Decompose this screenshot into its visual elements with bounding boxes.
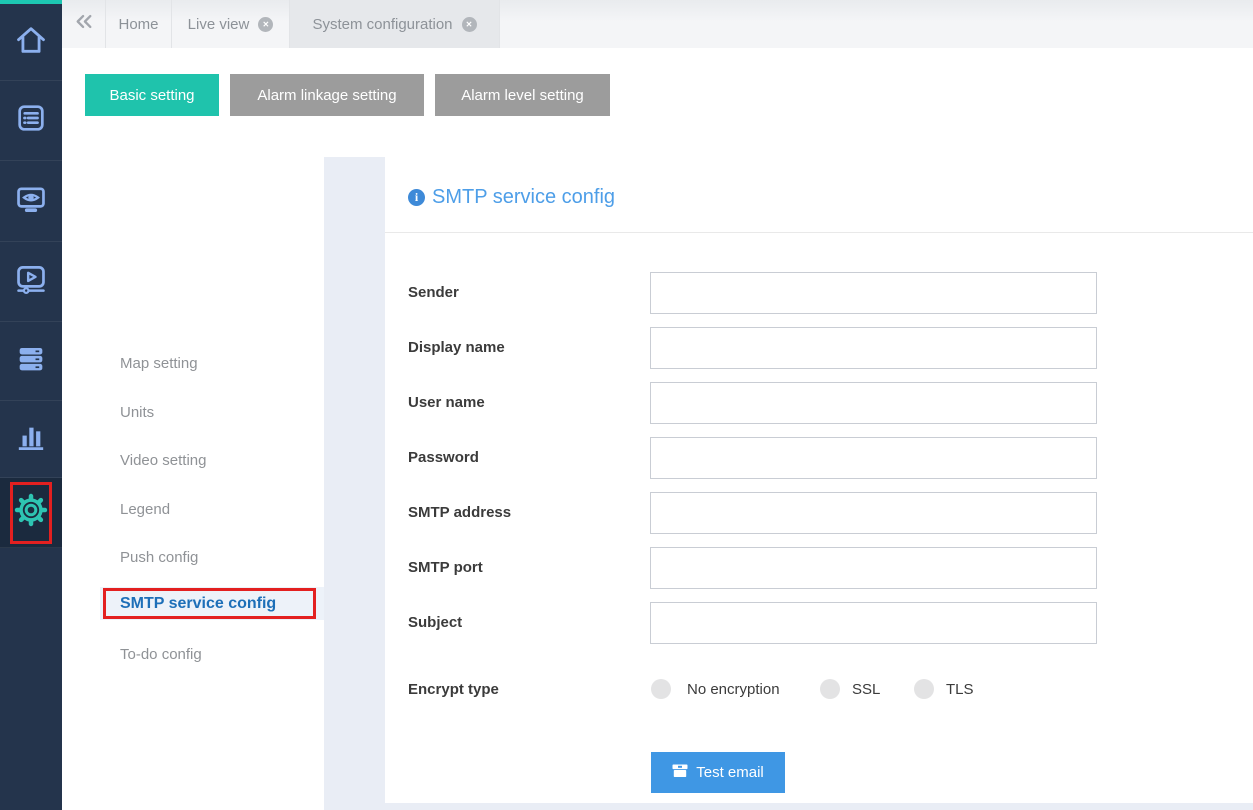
form-row-sender: Sender [385,272,1253,314]
close-icon[interactable] [258,17,273,32]
sidebar-item-servers[interactable] [0,322,62,401]
setting-tabs-band: Basic setting Alarm linkage setting Alar… [62,48,1253,157]
subnav-item-units[interactable]: Units [120,404,154,422]
double-left-chevron-icon [75,14,93,34]
subnav-item-legend[interactable]: Legend [120,501,170,519]
server-stack-icon [14,342,48,381]
radio-tls[interactable] [914,679,934,699]
info-circle-icon [408,189,425,206]
smtp-address-input[interactable] [650,492,1097,534]
close-icon[interactable] [462,17,477,32]
subnav-item-video-setting[interactable]: Video setting [120,452,206,470]
form-row-user-name: User name [385,382,1253,424]
form-row-password: Password [385,437,1253,479]
tab-live-view[interactable]: Live view [172,0,290,48]
sidebar-item-live-view[interactable] [0,161,62,242]
settings-gear-icon [13,492,49,533]
sidebar-item-home[interactable] [0,4,62,81]
field-label: SMTP port [408,547,483,589]
bar-chart-icon [14,420,48,459]
sidebar-item-statistics[interactable] [0,401,62,478]
form-row-smtp-port: SMTP port [385,547,1253,589]
basic-setting-button[interactable]: Basic setting [85,74,219,116]
playback-monitor-icon [14,262,48,301]
password-input[interactable] [650,437,1097,479]
sidebar-item-playback[interactable] [0,242,62,322]
user-name-input[interactable] [650,382,1097,424]
subnav-item-todo-config[interactable]: To-do config [120,646,202,664]
test-email-button[interactable]: Test email [651,752,785,793]
radio-label-no-encryption[interactable]: No encryption [687,678,780,702]
subnav-active-label: SMTP service config [106,595,276,613]
page-title: SMTP service config [432,186,615,209]
subnav-item-push-config[interactable]: Push config [120,549,198,567]
form-row-smtp-address: SMTP address [385,492,1253,534]
field-label: Sender [408,272,459,314]
form-row-subject: Subject [385,602,1253,644]
collapse-tabs-button[interactable] [62,0,106,48]
mail-archive-icon [672,763,688,782]
red-annotation-box-smtp: SMTP service config [103,588,316,619]
home-icon [14,23,48,62]
subnav-item-smtp-service-config[interactable]: SMTP service config [100,587,324,620]
live-view-monitor-icon [14,182,48,221]
radio-no-encryption[interactable] [651,679,671,699]
device-list-icon [14,101,48,140]
smtp-config-panel: SMTP service config Sender Display name … [385,157,1253,803]
radio-label-tls[interactable]: TLS [946,678,974,702]
top-tab-bar: Home Live view System configuration [62,0,1253,48]
form-row-encrypt-type: Encrypt type No encryption SSL TLS [385,678,1253,702]
tab-label: System configuration [312,16,452,33]
field-label: SMTP address [408,492,511,534]
radio-ssl[interactable] [820,679,840,699]
smtp-port-input[interactable] [650,547,1097,589]
panel-header: SMTP service config [385,157,1253,233]
tab-system-configuration[interactable]: System configuration [290,0,500,48]
test-email-label: Test email [696,764,764,781]
app-window: Home Live view System configuration Basi… [0,0,1253,810]
field-label: Subject [408,602,462,644]
sidebar-item-device-list[interactable] [0,81,62,161]
field-label: Encrypt type [408,678,499,702]
tab-label: Live view [188,16,250,33]
field-label: User name [408,382,485,424]
sender-input[interactable] [650,272,1097,314]
radio-label-ssl[interactable]: SSL [852,678,880,702]
sidebar-item-settings[interactable] [0,478,62,548]
alarm-linkage-setting-button[interactable]: Alarm linkage setting [230,74,424,116]
subnav-item-map-setting[interactable]: Map setting [120,355,198,373]
alarm-level-setting-button[interactable]: Alarm level setting [435,74,610,116]
subject-input[interactable] [650,602,1097,644]
sidebar [0,0,62,810]
field-label: Password [408,437,479,479]
config-subnav-panel: Map setting Units Video setting Legend P… [62,157,324,810]
tab-home[interactable]: Home [106,0,172,48]
field-label: Display name [408,327,505,369]
tab-label: Home [118,16,158,33]
form-row-display-name: Display name [385,327,1253,369]
display-name-input[interactable] [650,327,1097,369]
